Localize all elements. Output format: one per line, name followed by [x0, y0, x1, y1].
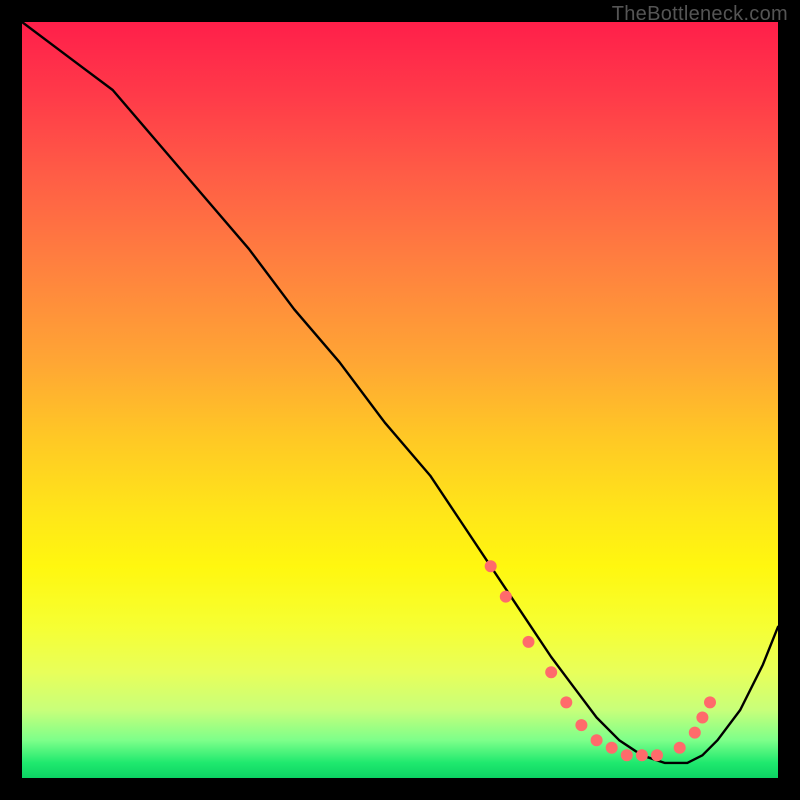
marker-dot: [591, 734, 603, 746]
marker-dot: [651, 749, 663, 761]
marker-dot: [636, 749, 648, 761]
marker-dot: [696, 712, 708, 724]
curve-line: [22, 22, 778, 763]
chart-svg: [22, 22, 778, 778]
marker-dot: [500, 591, 512, 603]
plot-area: [22, 22, 778, 778]
chart-frame: TheBottleneck.com: [0, 0, 800, 800]
marker-dot: [621, 749, 633, 761]
marker-dot: [523, 636, 535, 648]
marker-dot: [606, 742, 618, 754]
marker-dot: [545, 666, 557, 678]
marker-group: [485, 560, 716, 761]
marker-dot: [560, 696, 572, 708]
marker-dot: [575, 719, 587, 731]
marker-dot: [485, 560, 497, 572]
marker-dot: [689, 727, 701, 739]
marker-dot: [674, 742, 686, 754]
marker-dot: [704, 696, 716, 708]
